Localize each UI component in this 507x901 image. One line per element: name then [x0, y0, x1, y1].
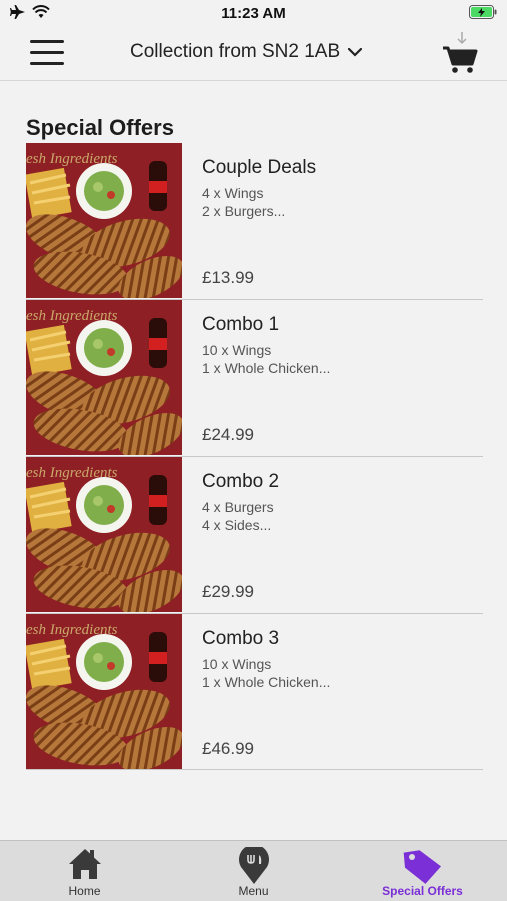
menu-icon-bar: [30, 51, 64, 54]
offer-image: esh Ingredients: [26, 300, 182, 455]
offer-price: £29.99: [202, 582, 254, 601]
offer-item-combo-2[interactable]: esh Ingredients Combo 2 4 x Burgers 4 x …: [26, 457, 483, 614]
offer-description-line: 10 x Wings: [202, 342, 272, 358]
home-icon: [68, 849, 101, 879]
offer-name: Combo 2: [202, 471, 280, 492]
offer-price: £13.99: [202, 268, 254, 287]
offer-name: Couple Deals: [202, 157, 317, 178]
offer-description-line: 10 x Wings: [202, 656, 272, 672]
menu-icon-bar: [30, 62, 64, 65]
offer-item-combo-1[interactable]: esh Ingredients Combo 1 10 x Wings 1 x W…: [26, 300, 483, 457]
offer-item-couple-deals[interactable]: esh Ingredients Couple Deals 4 x Wings 2…: [26, 143, 483, 300]
offer-name: Combo 1: [202, 314, 280, 335]
tab-label: Menu: [238, 884, 269, 898]
hamburger-menu-button[interactable]: [30, 40, 64, 66]
tab-label: Home: [68, 884, 101, 898]
tab-special-offers[interactable]: Special Offers: [338, 841, 507, 901]
status-time: 11:23 AM: [221, 5, 286, 22]
menu-pin-icon: [238, 847, 269, 884]
tab-menu[interactable]: Menu: [169, 841, 338, 901]
offer-image: esh Ingredients: [26, 614, 182, 769]
cart-icon: [443, 32, 478, 73]
collection-location-selector[interactable]: Collection from SN2 1AB: [130, 41, 363, 63]
cart-button[interactable]: [440, 30, 480, 74]
section-title: Special Offers: [26, 115, 174, 140]
offer-item-combo-3[interactable]: esh Ingredients Combo 3 10 x Wings 1 x W…: [26, 614, 483, 770]
offer-image: esh Ingredients: [26, 143, 182, 298]
bottom-tab-bar: Home Menu Special Offers: [0, 840, 507, 901]
offer-price: £46.99: [202, 739, 254, 758]
status-bar: 11:23 AM: [0, 0, 507, 28]
offer-price: £24.99: [202, 425, 254, 444]
offer-description-line: 2 x Burgers...: [202, 203, 286, 219]
tab-home[interactable]: Home: [0, 841, 169, 901]
offer-description-line: 4 x Wings: [202, 185, 264, 201]
offer-description-line: 1 x Whole Chicken...: [202, 674, 331, 690]
menu-icon-bar: [30, 40, 64, 43]
battery-icon: [469, 5, 497, 24]
offer-description-line: 4 x Sides...: [202, 517, 272, 533]
chevron-down-icon: [348, 47, 363, 57]
offer-description-line: 4 x Burgers: [202, 499, 274, 515]
offer-image: esh Ingredients: [26, 457, 182, 612]
collection-label: Collection from SN2 1AB: [130, 41, 341, 62]
tab-label: Special Offers: [382, 884, 463, 898]
tag-icon: [403, 850, 441, 884]
top-navigation-bar: Collection from SN2 1AB: [0, 28, 507, 81]
offer-description-line: 1 x Whole Chicken...: [202, 360, 331, 376]
offer-list: esh Ingredients Couple Deals 4 x Wings 2…: [26, 143, 483, 770]
offer-name: Combo 3: [202, 628, 280, 649]
